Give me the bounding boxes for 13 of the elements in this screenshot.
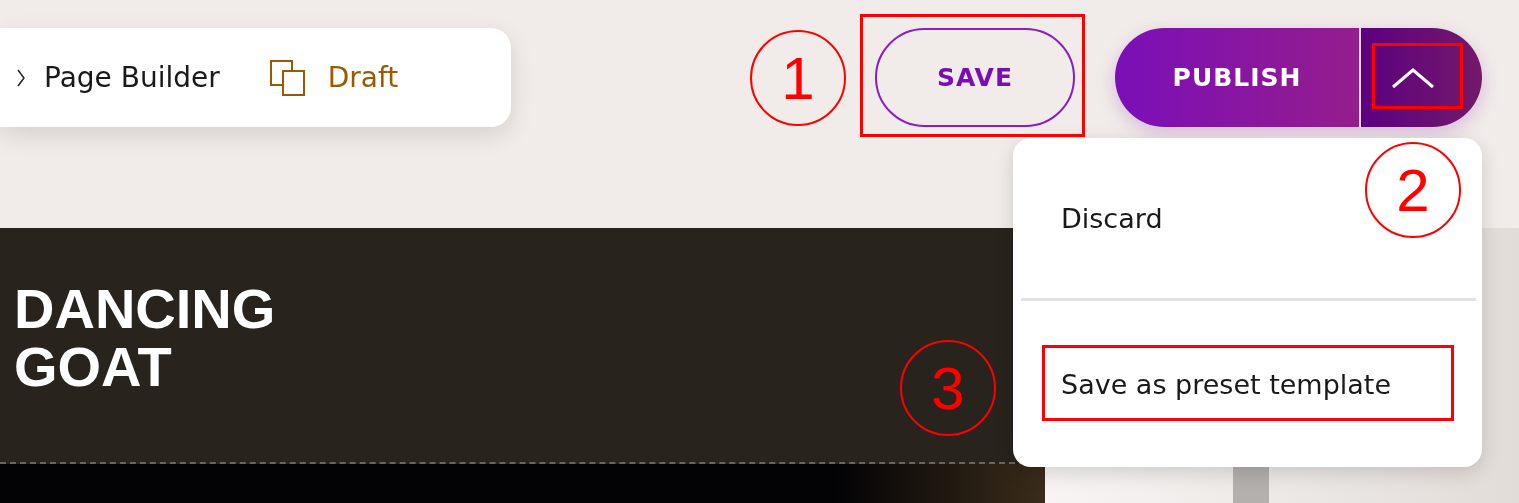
menu-toggle-button[interactable] [1361,28,1482,127]
site-title: DANCING GOAT [14,280,277,396]
copy-icon [269,59,306,96]
menu-item[interactable]: Save as preset template [1013,301,1482,467]
callout-number: 3 [900,340,996,436]
scrollbar-thumb[interactable] [1233,467,1269,503]
save-button[interactable]: SAVE [875,28,1075,127]
breadcrumb-item[interactable]: Page Builder [44,61,220,94]
publish-button[interactable]: PUBLISH [1115,28,1361,127]
chevron-right-icon [16,67,26,88]
status-label: Draft [327,61,399,94]
callout-number: 2 [1365,142,1461,238]
callout-number: 1 [750,30,846,126]
